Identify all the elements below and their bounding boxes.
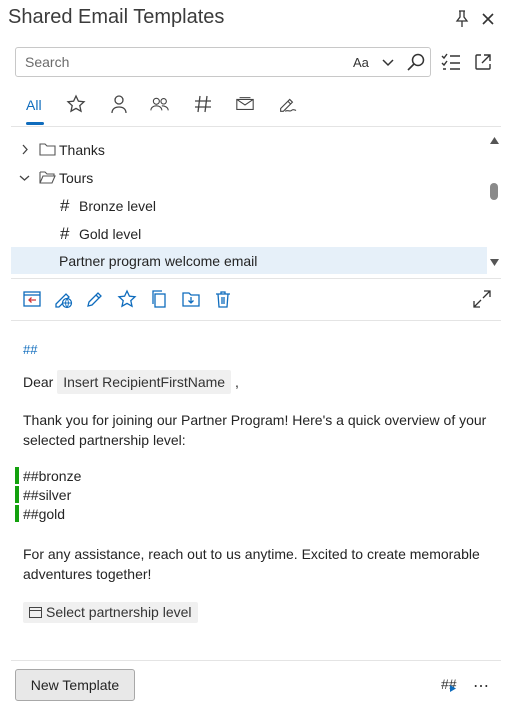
- level-silver: ##silver: [23, 487, 72, 503]
- popout-icon[interactable]: [474, 53, 492, 71]
- tree-item-bronze-level[interactable]: # Bronze level: [11, 192, 487, 219]
- new-template-button[interactable]: New Template: [15, 669, 135, 701]
- more-options-icon[interactable]: ⋯: [473, 676, 490, 696]
- divider: [11, 660, 501, 661]
- people-icon[interactable]: [150, 94, 170, 114]
- close-icon[interactable]: [480, 11, 496, 27]
- level-gold: ##gold: [23, 506, 66, 522]
- macro-marker: ##: [23, 342, 38, 357]
- mail-macro-icon[interactable]: [235, 94, 255, 114]
- hash-icon[interactable]: [193, 94, 213, 114]
- tree-item-label: Gold level: [79, 226, 142, 242]
- move-to-folder-icon[interactable]: [181, 289, 201, 309]
- hash-icon: #: [60, 224, 70, 243]
- tab-all-indicator: [26, 122, 44, 125]
- hash-icon: #: [60, 196, 70, 215]
- signature-icon[interactable]: [277, 94, 297, 114]
- level-bar: [15, 486, 19, 503]
- folder-open-icon: [39, 171, 56, 184]
- search-icon[interactable]: [406, 52, 426, 72]
- divider: [11, 320, 501, 321]
- expand-icon[interactable]: [472, 289, 492, 309]
- divider: [11, 278, 501, 279]
- select-chip-label: Select partnership level: [46, 604, 192, 620]
- divider: [11, 126, 501, 127]
- scroll-down-arrow[interactable]: [490, 259, 499, 266]
- pencil-icon[interactable]: [85, 289, 105, 309]
- chevron-down-icon[interactable]: [19, 174, 30, 182]
- tree-item-thanks[interactable]: Thanks: [11, 136, 487, 163]
- star-icon[interactable]: [117, 289, 137, 309]
- tab-all[interactable]: All: [26, 97, 42, 113]
- level-bar: [15, 467, 19, 484]
- chevron-right-icon[interactable]: [21, 144, 29, 155]
- tree-item-gold-level[interactable]: # Gold level: [11, 220, 487, 247]
- person-icon[interactable]: [109, 94, 129, 114]
- level-bar: [15, 505, 19, 522]
- copy-icon[interactable]: [149, 289, 169, 309]
- tree-item-label: Tours: [59, 170, 94, 186]
- match-case-button[interactable]: Aa: [353, 55, 369, 70]
- insert-macro-icon[interactable]: ##: [441, 676, 457, 692]
- tree-item-partner-program-welcome-email[interactable]: Partner program welcome email: [11, 247, 487, 274]
- closing-paragraph: For any assistance, reach out to us anyt…: [23, 546, 480, 582]
- play-icon: [450, 685, 456, 692]
- edit-shared-icon[interactable]: [53, 289, 73, 309]
- tree-item-label: Bronze level: [79, 198, 157, 214]
- insert-template-icon[interactable]: [22, 289, 42, 309]
- tree-item-tours[interactable]: Tours: [11, 164, 487, 191]
- panel-title: Shared Email Templates: [8, 6, 225, 28]
- checklist-icon[interactable]: [441, 53, 461, 71]
- select-partnership-level-chip[interactable]: Select partnership level: [23, 602, 198, 623]
- greeting-line: Dear Insert RecipientFirstName ,: [23, 370, 239, 394]
- scroll-up-arrow[interactable]: [490, 137, 499, 144]
- delete-icon[interactable]: [213, 289, 233, 309]
- tree-item-label: Partner program welcome email: [59, 253, 258, 269]
- greeting-comma: ,: [234, 374, 239, 390]
- pin-icon[interactable]: [454, 10, 470, 28]
- greeting-text: Dear: [23, 374, 54, 390]
- folder-icon: [39, 143, 56, 156]
- tree-item-label: Thanks: [59, 142, 105, 158]
- dropdown-field-icon: [29, 607, 42, 618]
- intro-paragraph: Thank you for joining our Partner Progra…: [23, 412, 487, 448]
- search-input[interactable]: [16, 48, 346, 76]
- recipient-name-chip[interactable]: Insert RecipientFirstName: [57, 370, 232, 394]
- chevron-down-icon[interactable]: [381, 57, 395, 69]
- level-bronze: ##bronze: [23, 468, 82, 484]
- template-tree: Thanks Tours # Bronze level # Gold level…: [11, 136, 487, 274]
- star-icon[interactable]: [66, 94, 86, 114]
- scrollbar-thumb[interactable]: [490, 183, 498, 200]
